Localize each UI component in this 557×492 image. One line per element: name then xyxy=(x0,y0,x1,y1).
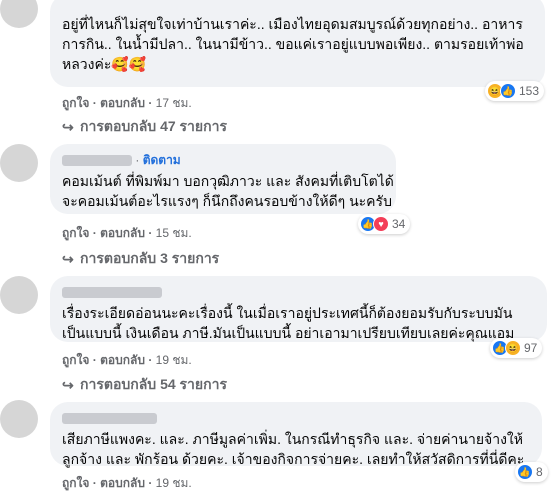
like-button[interactable]: ถูกใจ xyxy=(62,96,89,110)
follow-button[interactable]: ติดตาม xyxy=(143,153,181,167)
reply-arrow-icon: ↪ xyxy=(62,118,74,135)
reply-button[interactable]: ตอบกลับ xyxy=(100,226,145,240)
like-button[interactable]: ถูกใจ xyxy=(62,353,89,367)
like-reaction-icon: 👍 xyxy=(500,83,516,99)
reply-arrow-icon: ↪ xyxy=(62,250,74,267)
reaction-summary[interactable]: 😆 👍 153 xyxy=(485,81,545,101)
like-button[interactable]: ถูกใจ xyxy=(62,476,89,490)
timestamp[interactable]: 17 ชม. xyxy=(156,96,192,110)
comment-actions: ถูกใจ · ตอบกลับ · 19 ชม. xyxy=(62,476,192,490)
reply-button[interactable]: ตอบกลับ xyxy=(100,476,145,490)
comment-text-line: การกิน.. ในน้ำมีปลา.. ในนามีข้าว.. ขอแค่… xyxy=(62,36,524,52)
comment-text-line: อยู่ที่ไหนก็ไม่สุขใจเท่าบ้านเราค่ะ.. เมื… xyxy=(62,16,523,32)
comment-text-line: เรื่องระเอียดอ่อนนะคะเรื่องนี้ ในเมื่อเร… xyxy=(62,305,513,321)
comment-header xyxy=(62,410,530,426)
comment-bubble: เสียภาษีแพงคะ. และ. ภาษีมูลค่าเพิ่ม. ในก… xyxy=(50,402,542,467)
comment-header: · ติดตาม xyxy=(62,152,384,168)
comment-text-line: หลวงค่ะ🥰🥰 xyxy=(62,56,147,72)
comment-header xyxy=(62,284,535,300)
comment-bubble: เรื่องระเอียดอ่อนนะคะเรื่องนี้ ในเมื่อเร… xyxy=(50,276,547,342)
reaction-count: 153 xyxy=(519,84,540,98)
reaction-count: 34 xyxy=(392,217,406,231)
timestamp[interactable]: 15 ชม. xyxy=(156,226,192,240)
author-name-redacted[interactable] xyxy=(62,155,132,167)
reaction-count: 8 xyxy=(536,465,543,479)
comment-text-line: เป็นแบบนี้ เงินเดือน ภาษี.มันเป็นแบบนี้ … xyxy=(62,325,515,341)
timestamp[interactable]: 19 ชม. xyxy=(156,476,192,490)
comment-bubble: อยู่ที่ไหนก็ไม่สุขใจเท่าบ้านเราค่ะ.. เมื… xyxy=(50,0,545,87)
comment-text-line: ลูกจ้าง และ พักร้อน ด้วยคะ. เจ้าของกิจกา… xyxy=(62,451,529,467)
comment-text-line: คอมเม้นต์ ที่พิมพ์มา บอกวุฒิภาวะ และ สัง… xyxy=(62,173,394,189)
avatar[interactable] xyxy=(0,276,38,314)
replies-label: การตอบกลับ 47 รายการ xyxy=(80,118,227,134)
timestamp[interactable]: 19 ชม. xyxy=(156,353,192,367)
comment-bubble: · ติดตาม คอมเม้นต์ ที่พิมพ์มา บอกวุฒิภาว… xyxy=(50,144,396,214)
reply-button[interactable]: ตอบกลับ xyxy=(100,353,145,367)
comment-actions: ถูกใจ · ตอบกลับ · 19 ชม. xyxy=(62,353,192,367)
reply-arrow-icon: ↪ xyxy=(62,376,74,393)
view-replies-link[interactable]: ↪ การตอบกลับ 54 รายการ xyxy=(62,374,227,396)
like-button[interactable]: ถูกใจ xyxy=(62,226,89,240)
reaction-summary[interactable]: 👍 😆 97 xyxy=(490,338,543,358)
comment-text-line: เสียภาษีแพงคะ. และ. ภาษีมูลค่าเพิ่ม. ในก… xyxy=(62,431,523,447)
replies-label: การตอบกลับ 3 รายการ xyxy=(80,250,220,266)
avatar[interactable] xyxy=(0,144,38,182)
avatar[interactable] xyxy=(0,400,38,438)
love-reaction-icon: ♥ xyxy=(373,216,389,232)
avatar[interactable] xyxy=(0,0,38,28)
like-reaction-icon: 👍 xyxy=(517,464,533,480)
comment-text-line: จะคอมเม้นต์อะไรแรงๆ ก็นึกถึงคนรอบข้างให้… xyxy=(62,193,392,209)
comment-actions: ถูกใจ · ตอบกลับ · 15 ชม. xyxy=(62,226,192,240)
reaction-summary[interactable]: 👍 ♥ 34 xyxy=(358,214,411,234)
author-name-redacted[interactable] xyxy=(62,287,162,299)
comment-actions: ถูกใจ · ตอบกลับ · 17 ชม. xyxy=(62,96,192,110)
reaction-count: 97 xyxy=(524,341,538,355)
replies-label: การตอบกลับ 54 รายการ xyxy=(80,376,227,392)
reaction-summary[interactable]: 👍 8 xyxy=(515,462,548,482)
view-replies-link[interactable]: ↪ การตอบกลับ 47 รายการ xyxy=(62,116,227,138)
haha-reaction-icon: 😆 xyxy=(505,340,521,356)
author-name-redacted[interactable] xyxy=(62,413,157,425)
reply-button[interactable]: ตอบกลับ xyxy=(100,96,145,110)
view-replies-link[interactable]: ↪ การตอบกลับ 3 รายการ xyxy=(62,248,219,270)
